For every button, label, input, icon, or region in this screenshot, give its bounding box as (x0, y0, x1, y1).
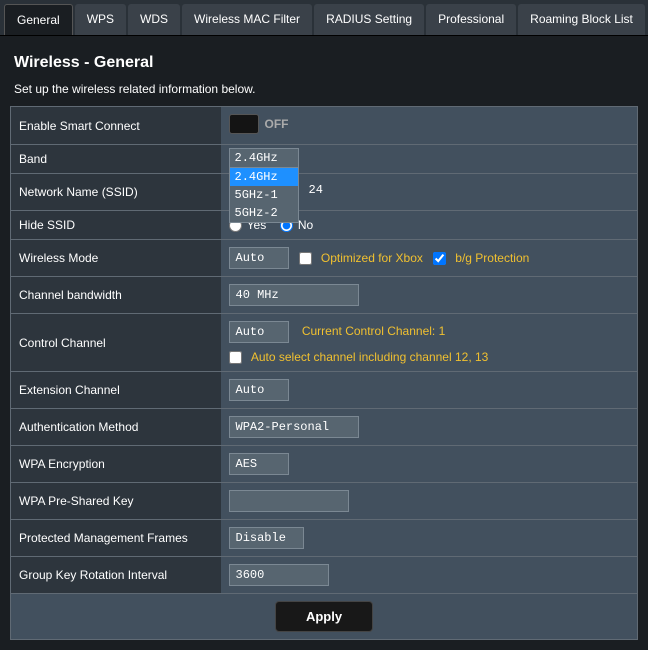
settings-table: Enable Smart Connect OFF Band 2.4GHz 2.4… (10, 106, 638, 640)
band-option-2-4ghz[interactable]: 2.4GHz (230, 168, 298, 186)
channel-bandwidth-select[interactable]: 40 MHz (229, 284, 359, 306)
band-select-current[interactable]: 2.4GHz (230, 149, 298, 168)
band-select-dropdown[interactable]: 2.4GHz 2.4GHz 5GHz-1 5GHz-2 (229, 148, 299, 223)
wpa-encryption-select[interactable]: AES (229, 453, 289, 475)
band-option-5ghz-2[interactable]: 5GHz-2 (230, 204, 298, 222)
label-hide-ssid: Hide SSID (11, 211, 221, 240)
auto-select-channel-label: Auto select channel including channel 12… (251, 350, 489, 364)
tab-wps[interactable]: WPS (75, 4, 126, 35)
toggle-switch-icon (229, 114, 259, 134)
current-control-channel-status: Current Control Channel: 1 (302, 324, 445, 338)
label-band: Band (11, 145, 221, 174)
page-description: Set up the wireless related information … (10, 78, 638, 106)
label-control-channel: Control Channel (11, 314, 221, 372)
auto-select-channel-checkbox[interactable] (229, 351, 242, 364)
pmf-select[interactable]: Disable (229, 527, 304, 549)
ssid-visible-text: 24 (309, 183, 323, 197)
tab-mac-filter[interactable]: Wireless MAC Filter (182, 4, 312, 35)
label-wpa-encryption: WPA Encryption (11, 446, 221, 483)
auth-method-select[interactable]: WPA2-Personal (229, 416, 359, 438)
toggle-state-text: OFF (265, 117, 289, 131)
label-wpa-psk: WPA Pre-Shared Key (11, 483, 221, 520)
label-pmf: Protected Management Frames (11, 520, 221, 557)
group-key-rotation-input[interactable] (229, 564, 329, 586)
label-channel-bandwidth: Channel bandwidth (11, 277, 221, 314)
label-group-key-rotation: Group Key Rotation Interval (11, 557, 221, 594)
apply-button[interactable]: Apply (275, 601, 373, 632)
wireless-mode-select[interactable]: Auto (229, 247, 289, 269)
label-ssid: Network Name (SSID) (11, 174, 221, 211)
label-wireless-mode: Wireless Mode (11, 240, 221, 277)
wpa-psk-input[interactable] (229, 490, 349, 512)
hide-ssid-no-label: No (298, 218, 313, 232)
extension-channel-select[interactable]: Auto (229, 379, 289, 401)
tab-roaming[interactable]: Roaming Block List (518, 4, 645, 35)
bg-protection-label: b/g Protection (455, 251, 529, 265)
tab-radius[interactable]: RADIUS Setting (314, 4, 424, 35)
smart-connect-toggle[interactable]: OFF (229, 114, 289, 134)
control-channel-select[interactable]: Auto (229, 321, 289, 343)
tab-bar: General WPS WDS Wireless MAC Filter RADI… (0, 0, 648, 36)
tab-professional[interactable]: Professional (426, 4, 516, 35)
tab-general[interactable]: General (4, 4, 73, 35)
band-option-5ghz-1[interactable]: 5GHz-1 (230, 186, 298, 204)
label-smart-connect: Enable Smart Connect (11, 107, 221, 145)
optimized-xbox-checkbox[interactable] (299, 252, 312, 265)
optimized-xbox-label: Optimized for Xbox (321, 251, 423, 265)
page-title: Wireless - General (10, 46, 638, 78)
bg-protection-checkbox[interactable] (433, 252, 446, 265)
label-extension-channel: Extension Channel (11, 372, 221, 409)
label-auth-method: Authentication Method (11, 409, 221, 446)
tab-wds[interactable]: WDS (128, 4, 180, 35)
